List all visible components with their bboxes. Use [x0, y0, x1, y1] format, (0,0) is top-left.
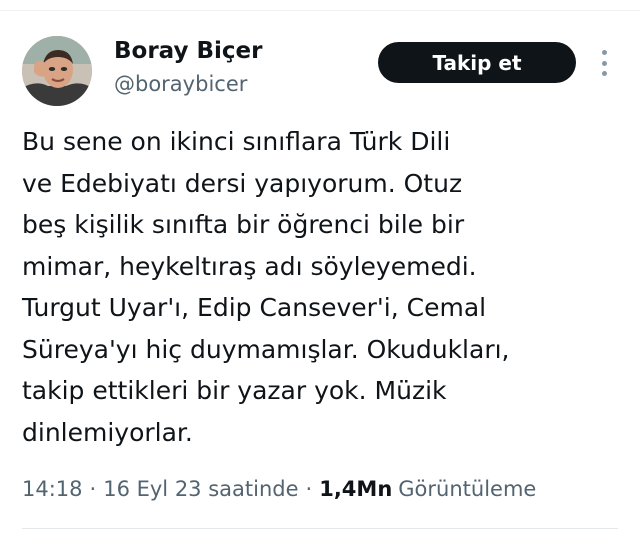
views-label: Görüntüleme	[398, 477, 537, 501]
tweet-date[interactable]: 16 Eyl 23 saatinde	[103, 477, 298, 501]
user-handle[interactable]: @boraybicer	[114, 72, 247, 96]
vertical-ellipsis-icon[interactable]	[596, 48, 612, 78]
more-dot	[601, 71, 607, 76]
tweet-meta: 14:18 · 16 Eyl 23 saatinde · 1,4Mn Görün…	[22, 477, 536, 501]
follow-button-label: Takip et	[432, 50, 522, 75]
tweet-line: mimar, heykeltıraş adı söyleyemedi.	[22, 251, 477, 281]
more-dot	[601, 50, 607, 55]
tweet-line: beş kişilik sınıfta bir öğrenci bile bir	[22, 210, 465, 239]
tweet-text: Bu sene on ikinci sınıflara Türk Dili ve…	[22, 121, 622, 453]
follow-button[interactable]: Takip et	[378, 42, 576, 83]
avatar[interactable]	[22, 36, 92, 106]
more-dot	[601, 60, 607, 66]
tweet-line: takip ettikleri bir yazar yok. Müzik	[22, 376, 447, 405]
top-divider	[0, 10, 640, 11]
tweet-line: ve Edebiyatı dersi yapıyorum. Otuz	[22, 168, 463, 198]
tweet-time[interactable]: 14:18	[22, 477, 83, 501]
meta-separator: ·	[305, 477, 313, 501]
bottom-divider	[22, 528, 618, 529]
display-name[interactable]: Boray Biçer	[114, 38, 262, 64]
profile-photo-icon	[22, 36, 92, 106]
meta-separator: ·	[89, 477, 97, 501]
tweet-line: Süreya'yı hiç duymamışlar. Okudukları,	[22, 334, 510, 364]
tweet-line: dinlemiyorlar.	[22, 417, 193, 447]
tweet-line: Turgut Uyar'ı, Edip Cansever'i, Cemal	[22, 293, 487, 322]
tweet-line: Bu sene on ikinci sınıflara Türk Dili	[22, 127, 451, 156]
views-count: 1,4Mn	[319, 477, 393, 501]
